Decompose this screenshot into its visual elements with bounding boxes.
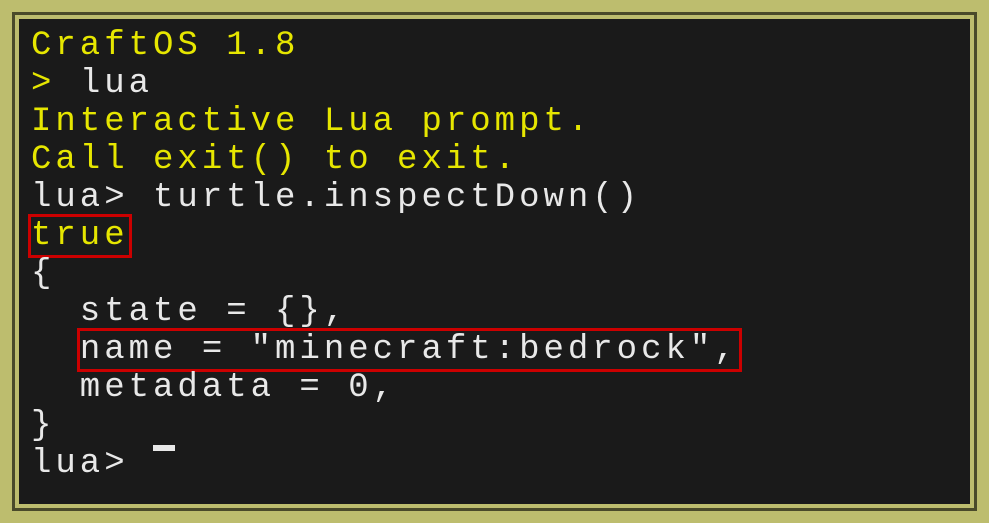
lua-intro-line2: Call exit() to exit. bbox=[31, 141, 958, 179]
brace-open: { bbox=[31, 255, 958, 293]
lua-prompt-symbol: lua> bbox=[31, 179, 153, 217]
terminal-screen[interactable]: CraftOS 1.8 > lua Interactive Lua prompt… bbox=[19, 19, 970, 504]
highlight-name: name = "minecraft:bedrock", bbox=[77, 328, 742, 372]
result-true: true bbox=[31, 217, 129, 255]
state-line: state = {}, bbox=[31, 293, 958, 331]
shell-prompt-symbol: > bbox=[31, 65, 80, 103]
metadata-line: metadata = 0, bbox=[31, 369, 958, 407]
name-indent bbox=[31, 331, 80, 369]
brace-close: } bbox=[31, 407, 958, 445]
highlight-true: true bbox=[28, 214, 132, 258]
os-header: CraftOS 1.8 bbox=[31, 27, 958, 65]
shell-command: lua bbox=[80, 65, 153, 103]
final-lua-prompt: lua> bbox=[31, 445, 153, 483]
name-line: name = "minecraft:bedrock", bbox=[80, 331, 739, 369]
lua-command: turtle.inspectDown() bbox=[153, 179, 641, 217]
cursor bbox=[153, 445, 175, 451]
terminal-frame: CraftOS 1.8 > lua Interactive Lua prompt… bbox=[12, 12, 977, 511]
lua-intro-line1: Interactive Lua prompt. bbox=[31, 103, 958, 141]
